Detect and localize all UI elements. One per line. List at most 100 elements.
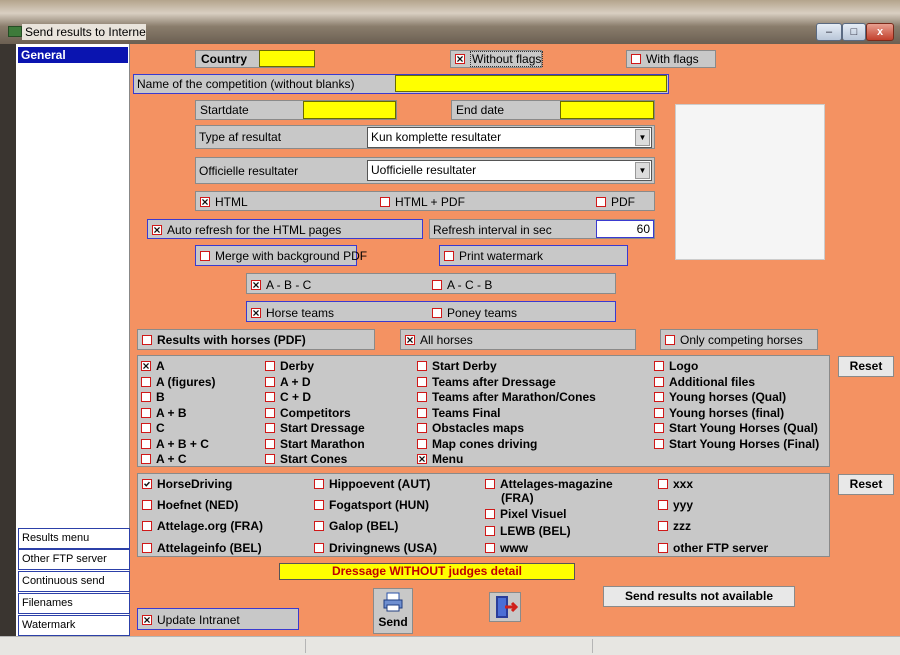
site-pixel-visuel-checkbox[interactable]: Pixel Visuel	[485, 507, 567, 521]
enddate-input[interactable]	[560, 101, 654, 119]
results-reset-button[interactable]: Reset	[838, 356, 894, 377]
site-zzz-checkbox[interactable]: zzz	[658, 519, 691, 533]
printer-icon	[383, 592, 403, 612]
poney-teams-checkbox[interactable]: Poney teams	[432, 306, 517, 320]
site-attelages-magazine-checkbox[interactable]: Attelages-magazine	[485, 477, 613, 491]
close-button[interactable]: x	[866, 23, 894, 41]
result-option-label: Start Derby	[432, 359, 497, 373]
sidebar-item-general[interactable]: General	[18, 47, 128, 63]
refresh-interval-label: Refresh interval in sec	[433, 223, 552, 237]
pdf-label: PDF	[611, 195, 635, 209]
site-xxx-checkbox[interactable]: xxx	[658, 477, 693, 491]
auto-refresh-checkbox[interactable]: Auto refresh for the HTML pages	[152, 223, 341, 237]
html-checkbox[interactable]: HTML	[200, 195, 248, 209]
site-horsedriving-checkbox[interactable]: HorseDriving	[142, 477, 232, 491]
result-option-checkbox[interactable]: A + B + C	[141, 437, 216, 453]
checkbox-unchecked-icon	[485, 526, 495, 536]
site-www-checkbox[interactable]: www	[485, 541, 528, 555]
site-attelageinfo-checkbox[interactable]: Attelageinfo (BEL)	[142, 541, 262, 555]
result-option-checkbox[interactable]: Young horses (Qual)	[654, 390, 819, 406]
horse-teams-label: Horse teams	[266, 306, 335, 320]
sites-reset-button[interactable]: Reset	[838, 474, 894, 495]
result-option-checkbox[interactable]: Menu	[417, 452, 596, 468]
site-yyy-checkbox[interactable]: yyy	[658, 498, 693, 512]
result-option-checkbox[interactable]: C	[141, 421, 216, 437]
result-option-checkbox[interactable]: Start Derby	[417, 359, 596, 375]
all-horses-checkbox[interactable]: All horses	[405, 333, 473, 347]
result-option-checkbox[interactable]: Start Young Horses (Qual)	[654, 421, 819, 437]
result-option-checkbox[interactable]: A + D	[265, 375, 365, 391]
result-option-checkbox[interactable]: Obstacles maps	[417, 421, 596, 437]
startdate-label: Startdate	[200, 103, 249, 117]
result-option-checkbox[interactable]: Teams after Dressage	[417, 375, 596, 391]
site-drivingnews-checkbox[interactable]: Drivingnews (USA)	[314, 541, 437, 555]
site-attelages-magazine-country: (FRA)	[501, 491, 534, 505]
country-input[interactable]	[259, 50, 315, 67]
without-flags-checkbox[interactable]: Without flags	[455, 51, 544, 67]
result-option-checkbox[interactable]: Teams Final	[417, 406, 596, 422]
official-select[interactable]: Uofficielle resultater ▼	[367, 160, 652, 181]
pdf-checkbox[interactable]: PDF	[596, 195, 635, 209]
dropdown-arrow-icon: ▼	[635, 162, 650, 179]
result-option-checkbox[interactable]: B	[141, 390, 216, 406]
result-option-checkbox[interactable]: Start Cones	[265, 452, 365, 468]
checkbox-checked-icon	[251, 280, 261, 290]
checkbox-unchecked-icon	[314, 479, 324, 489]
minimize-button[interactable]: –	[816, 23, 842, 41]
dressage-notice: Dressage WITHOUT judges detail	[279, 563, 575, 580]
result-option-checkbox[interactable]: Young horses (final)	[654, 406, 819, 422]
send-button[interactable]: Send	[373, 588, 413, 634]
sidebar-item-filenames[interactable]: Filenames	[18, 593, 130, 614]
site-fogatsport-label: Fogatsport (HUN)	[329, 498, 429, 512]
html-pdf-checkbox[interactable]: HTML + PDF	[380, 195, 465, 209]
result-option-checkbox[interactable]: Derby	[265, 359, 365, 375]
horse-teams-checkbox[interactable]: Horse teams	[251, 306, 334, 320]
result-option-checkbox[interactable]: Start Dressage	[265, 421, 365, 437]
acb-checkbox[interactable]: A - C - B	[432, 278, 492, 292]
send-not-available-button[interactable]: Send results not available	[603, 586, 795, 607]
with-flags-checkbox[interactable]: With flags	[631, 52, 699, 66]
auto-refresh-label: Auto refresh for the HTML pages	[167, 223, 342, 237]
merge-bg-checkbox[interactable]: Merge with background PDF	[200, 249, 367, 263]
result-option-checkbox[interactable]: Start Marathon	[265, 437, 365, 453]
site-hoefnet-checkbox[interactable]: Hoefnet (NED)	[142, 498, 238, 512]
startdate-input[interactable]	[303, 101, 396, 119]
result-option-checkbox[interactable]: Teams after Marathon/Cones	[417, 390, 596, 406]
site-hippoevent-label: Hippoevent (AUT)	[329, 477, 431, 491]
abc-label: A - B - C	[266, 278, 312, 292]
print-watermark-checkbox[interactable]: Print watermark	[444, 249, 543, 263]
sidebar-item-watermark[interactable]: Watermark	[18, 615, 130, 636]
abc-checkbox[interactable]: A - B - C	[251, 278, 311, 292]
result-option-checkbox[interactable]: A + C	[141, 452, 216, 468]
results-horses-checkbox[interactable]: Results with horses (PDF)	[142, 333, 306, 347]
result-option-checkbox[interactable]: Map cones driving	[417, 437, 596, 453]
checkbox-checked-icon	[142, 615, 152, 625]
checkbox-unchecked-icon	[265, 438, 275, 449]
result-option-checkbox[interactable]: Competitors	[265, 406, 365, 422]
competition-name-input[interactable]	[395, 75, 667, 92]
result-option-checkbox[interactable]: Logo	[654, 359, 819, 375]
sidebar-item-results-menu[interactable]: Results menu	[18, 528, 130, 549]
result-option-checkbox[interactable]: A (figures)	[141, 375, 216, 391]
result-option-checkbox[interactable]: A + B	[141, 406, 216, 422]
result-option-checkbox[interactable]: C + D	[265, 390, 365, 406]
only-competing-checkbox[interactable]: Only competing horses	[665, 333, 803, 347]
site-fogatsport-checkbox[interactable]: Fogatsport (HUN)	[314, 498, 429, 512]
checkbox-unchecked-icon	[265, 407, 275, 418]
type-select[interactable]: Kun komplette resultater ▼	[367, 127, 652, 148]
site-galop-checkbox[interactable]: Galop (BEL)	[314, 519, 398, 533]
enddate-label: End date	[456, 103, 505, 117]
site-hippoevent-checkbox[interactable]: Hippoevent (AUT)	[314, 477, 430, 491]
result-option-checkbox[interactable]: Start Young Horses (Final)	[654, 437, 819, 453]
result-option-checkbox[interactable]: A	[141, 359, 216, 375]
site-other-ftp-checkbox[interactable]: other FTP server	[658, 541, 768, 555]
exit-button[interactable]	[489, 592, 521, 622]
sidebar-item-other-ftp-server[interactable]: Other FTP server	[18, 549, 130, 570]
site-attelage-org-checkbox[interactable]: Attelage.org (FRA)	[142, 519, 263, 533]
refresh-interval-input[interactable]: 60	[596, 220, 654, 238]
maximize-button[interactable]: □	[842, 23, 866, 41]
update-intranet-checkbox[interactable]: Update Intranet	[142, 613, 240, 627]
site-lewb-checkbox[interactable]: LEWB (BEL)	[485, 524, 571, 538]
sidebar-item-continuous-send[interactable]: Continuous send	[18, 571, 130, 592]
result-option-checkbox[interactable]: Additional files	[654, 375, 819, 391]
